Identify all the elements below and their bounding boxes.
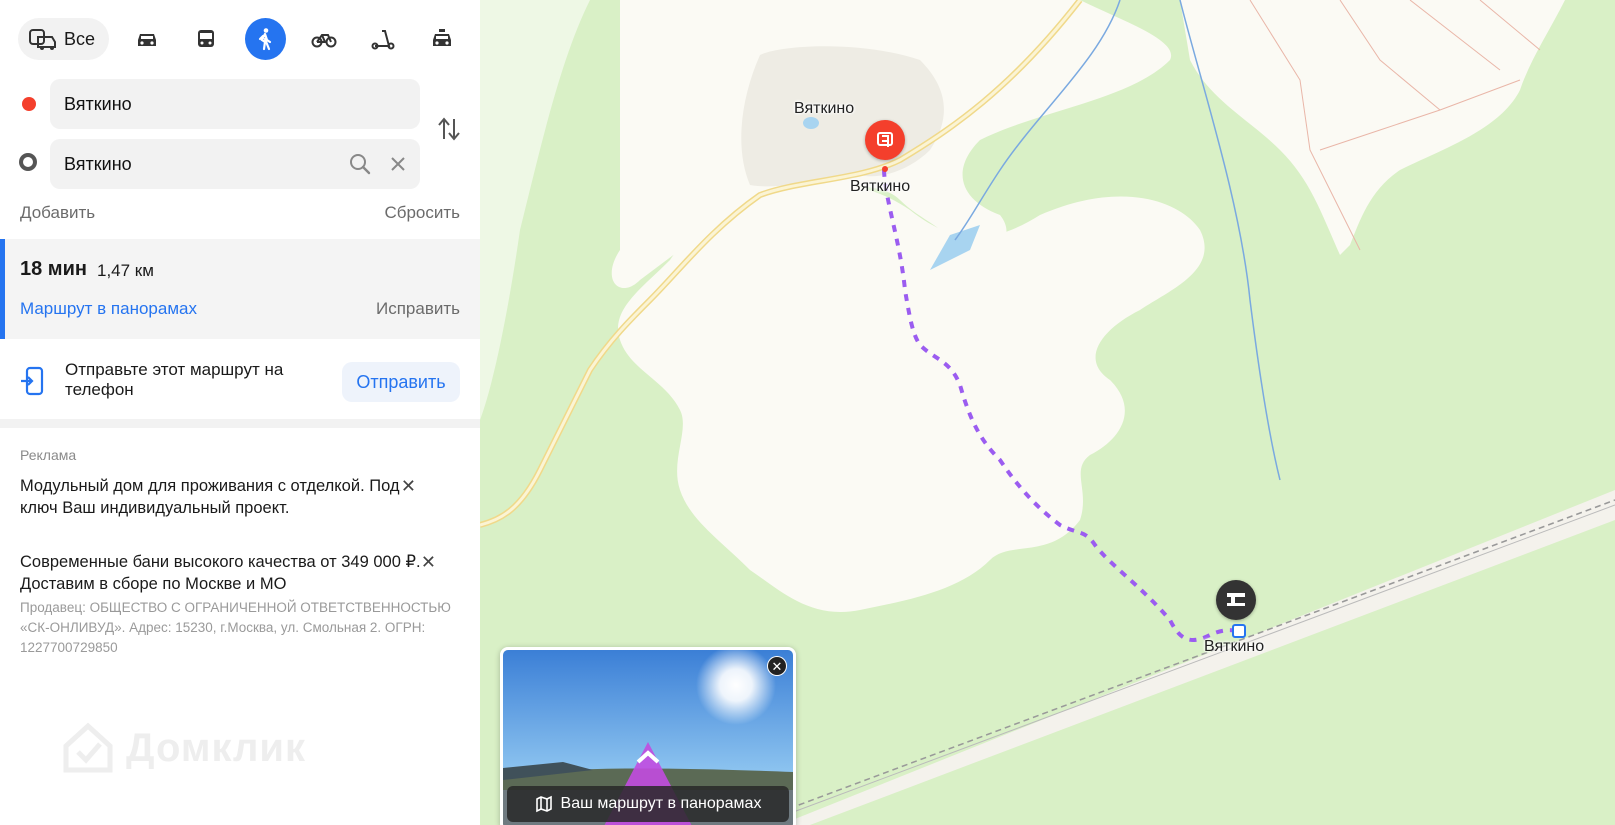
- mode-car-button[interactable]: [127, 18, 168, 60]
- bus-stop-icon: [877, 132, 893, 147]
- train-station-icon: [1227, 593, 1245, 606]
- transport-mode-bar: Все: [18, 18, 462, 60]
- ad-item[interactable]: Современные бани высокого качества от 34…: [20, 551, 450, 595]
- panorama-close-button[interactable]: ✕: [767, 656, 787, 676]
- taxi-icon: [432, 29, 451, 46]
- mode-all-button[interactable]: Все: [18, 18, 110, 60]
- village-label: Вяткино: [794, 100, 855, 117]
- phone-send-icon: [21, 366, 44, 396]
- ad-seller-info: Продавец: ОБЩЕСТВО С ОГРАНИЧЕННОЙ ОТВЕТС…: [20, 600, 451, 655]
- bus-icon: [198, 30, 215, 47]
- panorama-caption-text: Ваш маршрут в панорамах: [560, 795, 762, 812]
- mode-scooter-button[interactable]: [362, 18, 403, 60]
- route-option-card[interactable]: 18 мин 1,47 км Маршрут в панорамах Испра…: [0, 239, 480, 339]
- route-time: 18 мин: [20, 258, 87, 280]
- send-to-phone-row: Отправьте этот маршрут на телефон Отправ…: [0, 351, 480, 419]
- route-start-marker-icon: [22, 97, 36, 111]
- ad-label: Реклама: [20, 447, 77, 463]
- mode-bus-button[interactable]: [186, 18, 227, 60]
- scooter-icon: [371, 30, 395, 50]
- domclick-logo-icon: [63, 722, 113, 773]
- search-icon[interactable]: [348, 152, 372, 176]
- multimodal-icon: [29, 29, 56, 50]
- mode-taxi-button[interactable]: [421, 18, 462, 60]
- walk-icon: [258, 28, 272, 51]
- route-end-marker-icon: [19, 153, 37, 171]
- panorama-caption[interactable]: Ваш маршрут в панорамах: [507, 786, 789, 822]
- bicycle-icon: [311, 34, 337, 48]
- mode-all-label: Все: [64, 28, 96, 49]
- route-to-input[interactable]: [50, 139, 318, 189]
- car-icon: [138, 34, 157, 46]
- send-to-phone-text: Отправьте этот маршрут на телефон: [65, 360, 284, 399]
- route-selected-indicator: [0, 239, 5, 339]
- panorama-preview[interactable]: ✕ Ваш маршрут в панорамах: [500, 647, 796, 825]
- domclick-watermark-text: Домклик: [126, 725, 307, 770]
- route-from-input[interactable]: [50, 79, 318, 129]
- route-panorama-link[interactable]: Маршрут в панорамах: [20, 299, 197, 319]
- start-stop-point: [882, 166, 888, 172]
- section-divider: [0, 419, 480, 428]
- mode-walk-button[interactable]: [244, 18, 286, 60]
- mode-bicycle-button[interactable]: [304, 18, 345, 60]
- end-stop-label: Вяткино: [1204, 638, 1265, 655]
- route-distance: 1,47 км: [97, 261, 154, 280]
- ad-close-icon[interactable]: ✕: [401, 475, 416, 497]
- add-point-link[interactable]: Добавить: [20, 203, 95, 223]
- end-stop-point: [1232, 624, 1246, 638]
- close-icon: ✕: [771, 658, 783, 674]
- route-from-field[interactable]: [50, 79, 420, 129]
- start-stop-pin[interactable]: [865, 120, 905, 160]
- route-form-actions: Добавить Сбросить: [20, 203, 460, 223]
- reset-route-link[interactable]: Сбросить: [384, 203, 460, 223]
- ad-item[interactable]: Модульный дом для проживания с отделкой.…: [20, 475, 440, 519]
- swap-route-icon[interactable]: [436, 115, 462, 143]
- route-to-field[interactable]: [50, 139, 420, 189]
- route-fix-link[interactable]: Исправить: [376, 299, 460, 319]
- domclick-watermark: Домклик: [60, 720, 306, 776]
- ad-close-icon[interactable]: ✕: [421, 551, 436, 573]
- send-to-phone-button[interactable]: Отправить: [342, 362, 460, 402]
- end-stop-pin[interactable]: [1216, 580, 1256, 620]
- clear-icon[interactable]: [390, 156, 406, 172]
- map-canvas[interactable]: Вяткино Вяткино Вяткино ✕ Ваш маршрут в …: [480, 0, 1615, 825]
- ad-text[interactable]: Современные бани высокого качества от 34…: [20, 553, 421, 593]
- ad-text[interactable]: Модульный дом для проживания с отделкой.…: [20, 477, 400, 517]
- route-panel: Все Вяткино Вяткино Добавить Сбросить 18…: [0, 0, 481, 825]
- start-stop-label: Вяткино: [850, 178, 911, 195]
- panorama-map-icon: [535, 795, 552, 813]
